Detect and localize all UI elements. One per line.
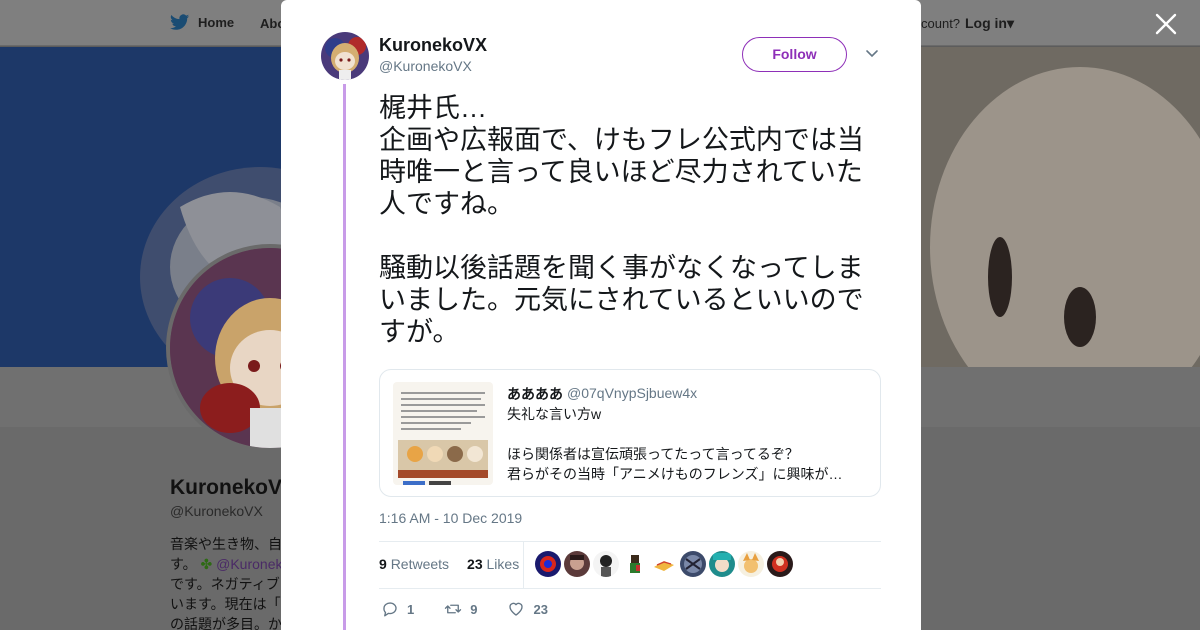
retweet-icon [445,604,462,614]
reply-count: 1 [407,601,415,617]
liker-avatar[interactable] [593,551,619,577]
home-link[interactable]: Home [170,14,234,31]
author-name[interactable]: KuronekoVX [379,35,487,56]
login-label: Log in [965,15,1007,31]
liker-avatar[interactable] [738,551,764,577]
quote-line: ほら関係者は宣伝頑張ってたって言ってるぞ？ [507,446,799,462]
reply-icon [383,602,397,617]
retweets-stat[interactable]: 9 Retweets [379,556,449,572]
login-link[interactable]: Log in▾ [965,15,1014,32]
retweets-count: 9 [379,556,387,572]
heart-icon [509,602,524,616]
quoted-tweet[interactable]: ああああ @07qVnypSjbuew4x 失礼な言い方w ほら関係者は宣伝頑張… [379,369,881,497]
tweet-text-spacer [379,220,889,252]
twitter-bird-icon [170,14,190,30]
tweet-text-line: 梶井氏… [379,93,487,123]
divider [379,588,881,589]
quote-line: 失礼な言い方w [507,406,602,422]
tweet-text-line: 騒動以後話題を聞く事がなくなってしまいました。元気にされているといいのですが。 [379,253,864,347]
author-handle[interactable]: @KuronekoVX [379,58,472,74]
divider [379,541,881,542]
liker-avatar[interactable] [622,551,648,577]
quoted-tweet-text: 失礼な言い方w ほら関係者は宣伝頑張ってたって言ってるぞ？ 君らがその当時「アニ… [507,404,867,484]
home-label: Home [198,15,235,30]
tweet-modal: KuronekoVX @KuronekoVX Follow 梶井氏… 企画や広報… [281,0,921,630]
retweet-button[interactable]: 9 [444,600,477,618]
account-prompt: count? [921,16,961,31]
like-button[interactable]: 23 [507,600,548,618]
tweet-stats: 9 Retweets 23 Likes [379,556,519,572]
quote-line: 君らがその当時「アニメけものフレンズ」に興味が… [507,466,843,482]
retweets-label: Retweets [390,556,450,572]
profile-bio: 音楽や生き物、自 す。 ✤ @Kuronek です。ネガティブ います。現在は「… [170,534,282,630]
tweet-actions: 1 9 23 [381,600,578,618]
bio-mention[interactable]: @Kuronek [216,556,282,572]
likes-count: 23 [467,556,483,572]
clover-icon: ✤ [200,556,213,572]
bio-line: の話題が多目。か [170,616,282,630]
tweet-text: 梶井氏… 企画や広報面で、けもフレ公式内では当時唯一と言って良いほど尽力されてい… [379,92,889,348]
retweet-count: 9 [470,601,478,617]
liker-avatar[interactable] [535,551,561,577]
quoted-author-name[interactable]: ああああ [507,384,563,404]
bio-line: す。 ✤ @Kuronek [170,554,282,574]
tweet-text-line: 企画や広報面で、けもフレ公式内では当時唯一と言って良いほど尽力されていた人ですね… [379,125,864,219]
close-icon[interactable] [1154,12,1178,36]
thread-line [343,84,346,630]
likes-label: Likes [486,556,520,572]
likes-stat[interactable]: 23 Likes [467,556,519,572]
liker-avatar[interactable] [651,551,677,577]
likers-avatars [535,551,793,577]
bio-line: です。ネガティブ [170,576,280,592]
liker-avatar[interactable] [680,551,706,577]
like-count: 23 [533,601,548,617]
profile-name: KuronekoV [170,476,283,499]
liker-avatar[interactable] [709,551,735,577]
bio-line: 音楽や生き物、自 [170,536,282,552]
tweet-timestamp[interactable]: 1:16 AM - 10 Dec 2019 [379,510,522,526]
bio-line: います。現在は「 [170,596,281,612]
liker-avatar[interactable] [767,551,793,577]
reply-button[interactable]: 1 [381,600,414,618]
author-avatar[interactable] [321,32,369,80]
follow-button[interactable]: Follow [742,37,847,72]
quote-spacer [507,424,867,444]
profile-handle: @KuronekoVX [170,503,263,519]
quoted-tweet-thumbnail[interactable] [393,382,493,485]
bio-text: す。 [170,556,197,572]
chevron-down-icon[interactable] [865,48,879,60]
stats-separator [523,542,524,588]
liker-avatar[interactable] [564,551,590,577]
quoted-author-handle[interactable]: @07qVnypSjbuew4x [567,385,697,401]
